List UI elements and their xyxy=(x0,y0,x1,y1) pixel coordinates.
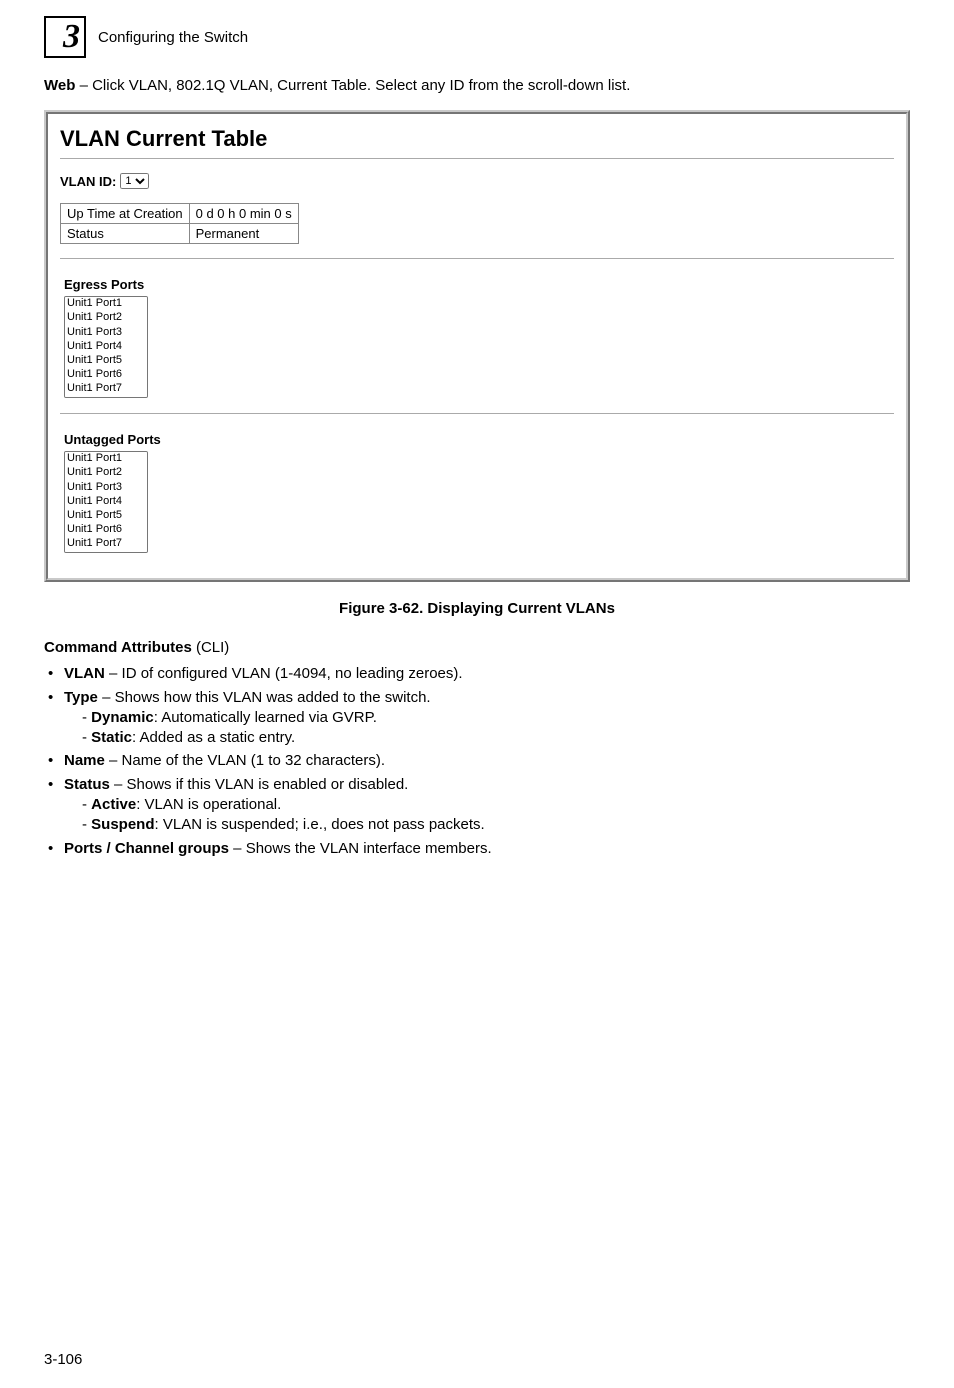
uptime-label-cell: Up Time at Creation xyxy=(61,204,190,224)
untagged-ports-heading: Untagged Ports xyxy=(64,432,894,447)
table-row: Up Time at Creation 0 d 0 h 0 min 0 s xyxy=(61,204,299,224)
attr-text: – ID of configured VLAN (1-4094, no lead… xyxy=(105,665,463,682)
table-row: Status Permanent xyxy=(61,224,299,244)
attr-subline: - Suspend: VLAN is suspended; i.e., does… xyxy=(64,815,910,835)
command-attributes-heading: Command Attributes (CLI) xyxy=(44,639,910,656)
list-item[interactable]: Unit1 Port4 xyxy=(65,495,147,509)
list-item[interactable]: Unit1 Port3 xyxy=(65,326,147,340)
attr-subline: - Static: Added as a static entry. xyxy=(64,728,910,748)
attr-vlan: VLAN – ID of configured VLAN (1-4094, no… xyxy=(46,664,910,684)
attr-term: Status xyxy=(64,776,110,793)
section-title: Configuring the Switch xyxy=(98,29,248,46)
attr-sub-text: : VLAN is suspended; i.e., does not pass… xyxy=(155,816,485,833)
list-item[interactable]: Unit1 Port7 xyxy=(65,537,147,551)
list-item[interactable]: Unit1 Port1 xyxy=(65,452,147,466)
attr-subline: - Dynamic: Automatically learned via GVR… xyxy=(64,708,910,728)
attr-sub-text: : Automatically learned via GVRP. xyxy=(154,709,377,726)
status-value-cell: Permanent xyxy=(189,224,298,244)
attr-sub-text: : Added as a static entry. xyxy=(132,729,295,746)
list-item[interactable]: Unit1 Port7 xyxy=(65,382,147,396)
page-number: 3-106 xyxy=(44,1351,82,1368)
egress-ports-block: Egress Ports Unit1 Port1 Unit1 Port2 Uni… xyxy=(60,273,894,409)
list-item[interactable]: Unit1 Port6 xyxy=(65,523,147,537)
attr-subline: - Active: VLAN is operational. xyxy=(64,795,910,815)
page-header: 3 Configuring the Switch xyxy=(44,16,910,58)
intro-web-text: – Click VLAN, 802.1Q VLAN, Current Table… xyxy=(75,77,630,94)
separator xyxy=(60,413,894,414)
attr-sub-text: : VLAN is operational. xyxy=(136,796,281,813)
chapter-number-box: 3 xyxy=(44,16,86,58)
list-item[interactable]: Unit1 Port8 xyxy=(65,397,147,399)
vlan-current-panel: VLAN Current Table VLAN ID: 1 Up Time at… xyxy=(54,120,900,568)
list-item[interactable]: Unit1 Port2 xyxy=(65,466,147,480)
screenshot-frame: VLAN Current Table VLAN ID: 1 Up Time at… xyxy=(44,110,910,582)
list-item[interactable]: Unit1 Port6 xyxy=(65,368,147,382)
list-item[interactable]: Unit1 Port3 xyxy=(65,481,147,495)
vlan-id-row: VLAN ID: 1 xyxy=(60,173,894,189)
egress-ports-heading: Egress Ports xyxy=(64,277,894,292)
vlan-id-label: VLAN ID: xyxy=(60,174,116,189)
panel-title: VLAN Current Table xyxy=(60,126,894,152)
attr-term: VLAN xyxy=(64,665,105,682)
separator xyxy=(60,158,894,159)
attr-sub-term: Dynamic xyxy=(91,709,154,726)
attr-text: – Name of the VLAN (1 to 32 characters). xyxy=(105,752,385,769)
attr-term: Name xyxy=(64,752,105,769)
list-item[interactable]: Unit1 Port4 xyxy=(65,340,147,354)
egress-ports-list[interactable]: Unit1 Port1 Unit1 Port2 Unit1 Port3 Unit… xyxy=(64,296,148,398)
figure-caption: Figure 3-62. Displaying Current VLANs xyxy=(44,600,910,617)
attr-sub-term: Static xyxy=(91,729,132,746)
separator xyxy=(60,258,894,259)
attr-sub-term: Active xyxy=(91,796,136,813)
attr-term: Type xyxy=(64,689,98,706)
untagged-ports-list[interactable]: Unit1 Port1 Unit1 Port2 Unit1 Port3 Unit… xyxy=(64,451,148,553)
attr-name: Name – Name of the VLAN (1 to 32 charact… xyxy=(46,751,910,771)
attr-ports: Ports / Channel groups – Shows the VLAN … xyxy=(46,839,910,859)
list-item[interactable]: Unit1 Port1 xyxy=(65,297,147,311)
intro-web-label: Web xyxy=(44,77,75,94)
attr-text: – Shows the VLAN interface members. xyxy=(229,840,492,857)
list-item[interactable]: Unit1 Port5 xyxy=(65,354,147,368)
attr-status: Status – Shows if this VLAN is enabled o… xyxy=(46,775,910,834)
attr-text: – Shows how this VLAN was added to the s… xyxy=(98,689,431,706)
command-attributes-heading-bold: Command Attributes xyxy=(44,639,192,656)
list-item[interactable]: Unit1 Port2 xyxy=(65,311,147,325)
status-label-cell: Status xyxy=(61,224,190,244)
attribute-list: VLAN – ID of configured VLAN (1-4094, no… xyxy=(46,664,910,858)
command-attributes-heading-rest: (CLI) xyxy=(192,639,230,656)
untagged-ports-block: Untagged Ports Unit1 Port1 Unit1 Port2 U… xyxy=(60,428,894,564)
info-table: Up Time at Creation 0 d 0 h 0 min 0 s St… xyxy=(60,203,299,244)
attr-term: Ports / Channel groups xyxy=(64,840,229,857)
attr-sub-term: Suspend xyxy=(91,816,154,833)
list-item[interactable]: Unit1 Port5 xyxy=(65,509,147,523)
vlan-id-select[interactable]: 1 xyxy=(120,173,149,189)
attr-text: – Shows if this VLAN is enabled or disab… xyxy=(110,776,409,793)
list-item[interactable]: Unit1 Port8 xyxy=(65,552,147,554)
intro-paragraph: Web – Click VLAN, 802.1Q VLAN, Current T… xyxy=(44,76,910,96)
uptime-value-cell: 0 d 0 h 0 min 0 s xyxy=(189,204,298,224)
attr-type: Type – Shows how this VLAN was added to … xyxy=(46,688,910,747)
